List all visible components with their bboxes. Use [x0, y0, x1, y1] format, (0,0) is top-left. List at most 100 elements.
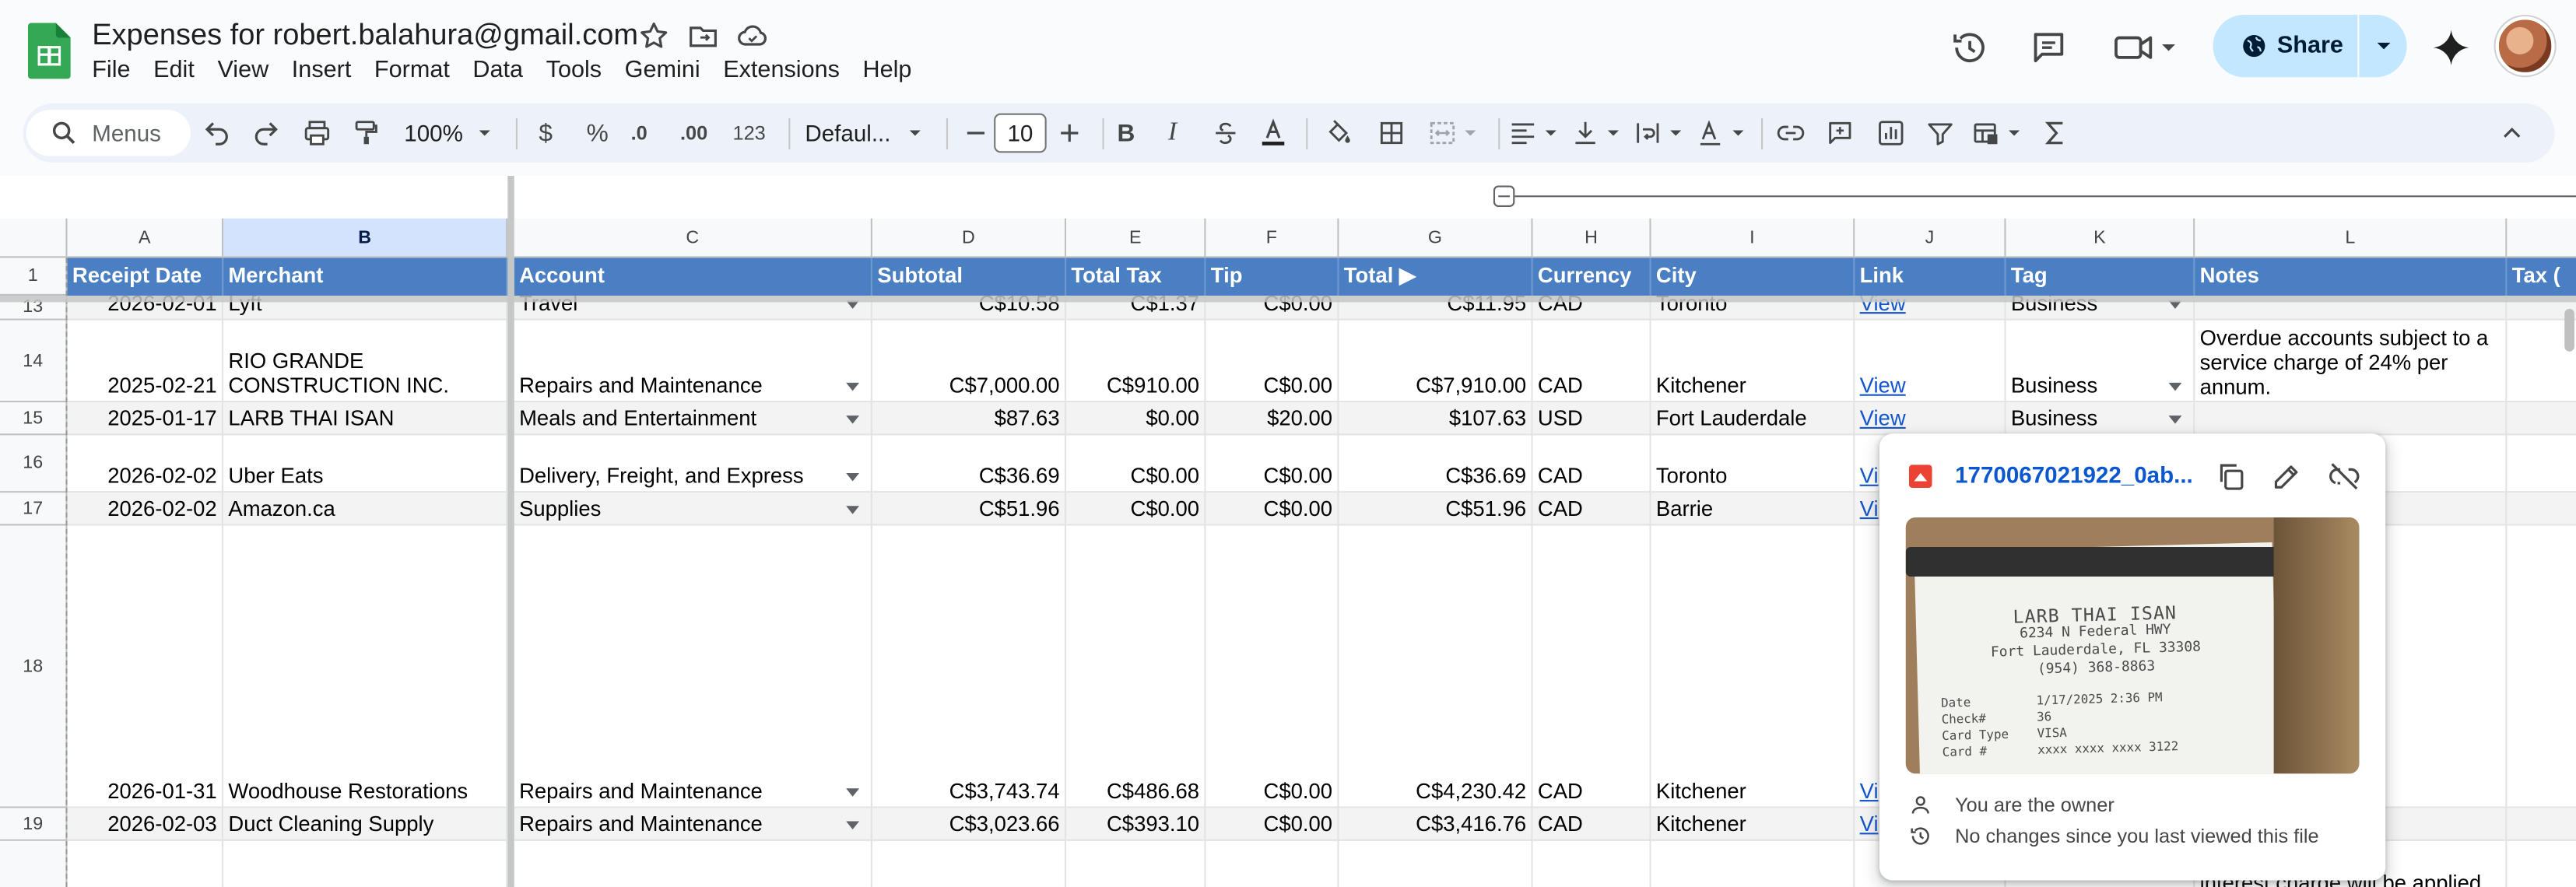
- column-header-k[interactable]: K: [2006, 218, 2195, 258]
- column-header-g[interactable]: G: [1339, 218, 1533, 258]
- total-cell[interactable]: C$4,230.42: [1339, 525, 1533, 808]
- decrease-font-size-button[interactable]: [961, 103, 991, 163]
- empty-cell[interactable]: [514, 840, 872, 887]
- tax-cell[interactable]: C$393.10: [1066, 808, 1206, 841]
- insert-comment-button[interactable]: [1825, 103, 1855, 163]
- tip-cell[interactable]: C$0.00: [1206, 435, 1339, 493]
- tax-cell[interactable]: $0.00: [1066, 402, 1206, 436]
- comments-icon[interactable]: [2029, 28, 2069, 68]
- meet-icon[interactable]: [2113, 28, 2182, 68]
- tax-cell[interactable]: [2507, 526, 2576, 808]
- empty-cell[interactable]: [2507, 841, 2576, 887]
- date-cell[interactable]: 2026-02-02: [67, 435, 224, 493]
- borders-button[interactable]: [1377, 103, 1406, 163]
- text-wrapping-button[interactable]: [1633, 103, 1683, 163]
- column-header-b[interactable]: B: [223, 218, 508, 258]
- account-cell[interactable]: Delivery, Freight, and Express: [514, 435, 872, 493]
- account-cell[interactable]: Meals and Entertainment: [514, 402, 872, 436]
- link-value[interactable]: Vi: [1860, 496, 1879, 521]
- merchant-cell[interactable]: LARB THAI ISAN: [223, 402, 508, 436]
- star-icon[interactable]: [637, 19, 670, 52]
- merchant-cell[interactable]: Woodhouse Restorations: [223, 525, 508, 808]
- tag-cell[interactable]: Business: [2006, 402, 2195, 436]
- document-title[interactable]: Expenses for robert.balahura@gmail.com: [92, 18, 638, 52]
- dropdown-chip-arrow[interactable]: [2168, 382, 2182, 391]
- link-value[interactable]: Vi: [1860, 463, 1879, 488]
- vertical-align-button[interactable]: [1571, 103, 1621, 163]
- tax-cell[interactable]: C$0.00: [1066, 435, 1206, 493]
- subtotal-cell[interactable]: C$7,000.00: [872, 320, 1067, 403]
- merchant-cell[interactable]: RIO GRANDE CONSTRUCTION INC.: [223, 320, 508, 403]
- header-cell[interactable]: Total Tax: [1066, 258, 1206, 296]
- header-cell[interactable]: Tip: [1206, 258, 1339, 296]
- tip-cell[interactable]: $20.00: [1206, 402, 1339, 436]
- column-header-a[interactable]: A: [67, 218, 224, 258]
- menu-view[interactable]: View: [217, 58, 268, 84]
- total-cell[interactable]: $107.63: [1339, 402, 1533, 436]
- currency-cell[interactable]: USD: [1532, 402, 1651, 436]
- tax-cell[interactable]: C$486.68: [1066, 525, 1206, 808]
- header-cell[interactable]: Link: [1855, 258, 2006, 296]
- date-cell[interactable]: 2026-02-03: [67, 808, 224, 841]
- city-cell[interactable]: Barrie: [1651, 493, 1855, 526]
- header-cell[interactable]: Currency: [1532, 258, 1651, 296]
- fill-color-button[interactable]: [1324, 103, 1353, 163]
- total-cell[interactable]: C$51.96: [1339, 493, 1533, 526]
- column-header-d[interactable]: D: [872, 218, 1067, 258]
- menu-tools[interactable]: Tools: [546, 58, 602, 84]
- account-avatar[interactable]: [2495, 16, 2555, 76]
- currency-cell[interactable]: CAD: [1532, 525, 1651, 808]
- account-cell[interactable]: Repairs and Maintenance: [514, 808, 872, 841]
- tax-cell[interactable]: [2507, 402, 2576, 436]
- menu-file[interactable]: File: [92, 58, 130, 84]
- currency-cell[interactable]: CAD: [1532, 320, 1651, 403]
- empty-cell[interactable]: [1066, 840, 1206, 887]
- header-cell[interactable]: Tax (: [2507, 258, 2576, 296]
- menu-gemini[interactable]: Gemini: [625, 58, 700, 84]
- account-cell[interactable]: Repairs and Maintenance: [514, 320, 872, 403]
- empty-cell[interactable]: [223, 840, 508, 887]
- menu-edit[interactable]: Edit: [153, 58, 195, 84]
- linked-file-name[interactable]: 1770067021922_0ab...: [1955, 461, 2193, 488]
- dropdown-chip-arrow[interactable]: [846, 821, 860, 830]
- merchant-cell[interactable]: Duct Cleaning Supply: [223, 808, 508, 841]
- row-header-18[interactable]: 18: [0, 525, 68, 808]
- currency-cell[interactable]: CAD: [1532, 493, 1651, 526]
- receipt-thumbnail[interactable]: LARB THAI ISAN 6234 N Federal HWY Fort L…: [1905, 517, 2360, 774]
- subtotal-cell[interactable]: C$3,023.66: [872, 808, 1067, 841]
- share-button[interactable]: Share: [2213, 14, 2407, 78]
- column-header-j[interactable]: J: [1855, 218, 2006, 258]
- redo-button[interactable]: [251, 103, 281, 163]
- copy-link-icon[interactable]: [2215, 460, 2248, 493]
- row-header-1[interactable]: 1: [0, 258, 68, 296]
- link-value[interactable]: View: [1860, 373, 1906, 398]
- gemini-sparkle-icon[interactable]: [2430, 26, 2472, 69]
- link-cell[interactable]: View: [1855, 402, 2006, 436]
- row-header-16[interactable]: 16: [0, 435, 68, 493]
- total-cell[interactable]: C$3,416.76: [1339, 808, 1533, 841]
- insert-chart-button[interactable]: [1876, 103, 1906, 163]
- subtotal-cell[interactable]: $87.63: [872, 402, 1067, 436]
- city-cell[interactable]: Toronto: [1651, 435, 1855, 493]
- decrease-decimal-button[interactable]: .0: [631, 103, 648, 163]
- header-cell[interactable]: City: [1651, 258, 1855, 296]
- horizontal-align-button[interactable]: [1508, 103, 1559, 163]
- menu-help[interactable]: Help: [863, 58, 912, 84]
- increase-decimal-button[interactable]: .00: [680, 103, 707, 163]
- paint-format-button[interactable]: [352, 103, 381, 163]
- account-cell[interactable]: Repairs and Maintenance: [514, 525, 872, 808]
- currency-cell[interactable]: CAD: [1532, 808, 1651, 841]
- subtotal-cell[interactable]: C$3,743.74: [872, 525, 1067, 808]
- functions-button[interactable]: [2041, 103, 2070, 163]
- menus-search[interactable]: Menus: [26, 110, 191, 156]
- header-cell[interactable]: Notes: [2195, 258, 2508, 296]
- version-history-icon[interactable]: [1950, 28, 1990, 68]
- currency-cell[interactable]: CAD: [1532, 435, 1651, 493]
- zoom-select[interactable]: 100%: [404, 103, 493, 163]
- remove-link-icon[interactable]: [2328, 460, 2360, 493]
- text-rotation-button[interactable]: [1696, 103, 1746, 163]
- select-all-corner[interactable]: [0, 218, 68, 258]
- tip-cell[interactable]: C$0.00: [1206, 525, 1339, 808]
- undo-button[interactable]: [202, 103, 232, 163]
- tax-cell[interactable]: [2507, 493, 2576, 526]
